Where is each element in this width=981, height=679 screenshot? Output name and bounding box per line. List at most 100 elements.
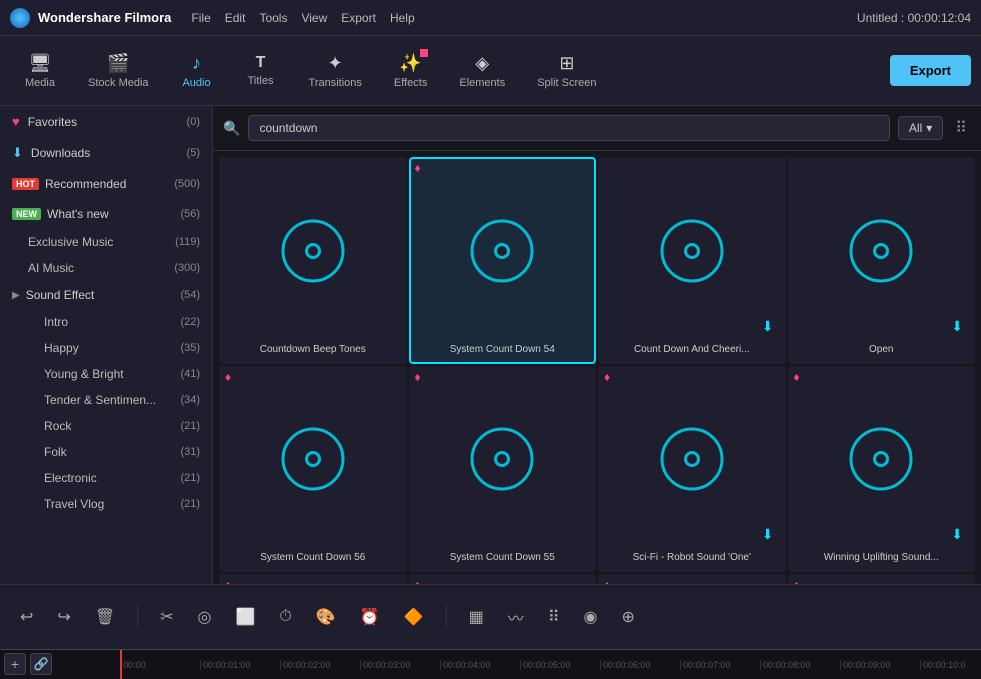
cut-button[interactable]: ✂ (154, 603, 179, 631)
toolbar-effects[interactable]: ✨ Effects (380, 47, 441, 95)
download-icon[interactable]: ⬇ (951, 318, 963, 335)
redo-button[interactable]: ↪ (51, 603, 76, 631)
sidebar-item-travel-vlog[interactable]: Travel Vlog (21) (0, 491, 212, 517)
toolbar-audio[interactable]: ♪ Audio (167, 47, 227, 95)
app-icon (10, 8, 30, 28)
main-area: ♥ Favorites (0) ⬇ Downloads (5) HOT Reco… (0, 106, 981, 584)
grid-item-winning-2[interactable]: ♦⬇Winning Uplifting Sound... (219, 574, 407, 584)
wave-button[interactable]: 〰 (502, 601, 530, 633)
sidebar-item-downloads[interactable]: ⬇ Downloads (5) (0, 137, 212, 169)
download-icon[interactable]: ⬇ (762, 318, 774, 335)
menu-tools[interactable]: Tools (259, 11, 287, 25)
mask-button[interactable]: ⬜ (230, 603, 262, 631)
titles-label: Titles (248, 75, 274, 87)
menu-export[interactable]: Export (341, 11, 376, 25)
filter-all-button[interactable]: All ▾ (898, 116, 943, 140)
sidebar-item-intro[interactable]: Intro (22) (0, 309, 212, 335)
grid-item-winning-1[interactable]: ♦⬇Winning Uplifting Sound... (788, 366, 976, 573)
sidebar-item-ai-music[interactable]: AI Music (300) (0, 255, 212, 281)
audio-grid: Countdown Beep Tones ♦System Count Down 5… (213, 151, 981, 584)
time-mark-4: 00:00:04:00 (440, 660, 520, 670)
search-icon: 🔍 (223, 120, 240, 137)
timeline-add-button[interactable]: + (4, 653, 26, 675)
audio-title: Countdown Beep Tones (227, 343, 399, 356)
grid-item-countdown-beep[interactable]: Countdown Beep Tones (219, 157, 407, 364)
grid-item-system-count-54[interactable]: ♦System Count Down 54 (409, 157, 597, 364)
timeline-link-button[interactable]: 🔗 (30, 653, 52, 675)
bottom-toolbar: ↩ ↪ 🗑 ✂ ◎ ⬜ ⏱ 🎨 ⏰ 🔶 ▦ 〰 ⠿ ◉ ⊕ (0, 584, 981, 649)
stock-media-label: Stock Media (88, 77, 149, 89)
audio-thumbnail: ⬇ (796, 582, 968, 584)
audio-thumbnail (227, 374, 399, 546)
sidebar-item-recommended[interactable]: HOT Recommended (500) (0, 169, 212, 199)
keyframe-button[interactable]: ⠿ (542, 603, 566, 631)
grid-item-system-count-56[interactable]: ♦System Count Down 56 (219, 366, 407, 573)
speed-button[interactable]: 🔶 (398, 603, 430, 631)
crop-button[interactable]: ◎ (192, 603, 218, 631)
split-screen-label: Split Screen (537, 77, 596, 89)
download-icon[interactable]: ⬇ (762, 526, 774, 543)
grid-item-open[interactable]: ⬇Open (788, 157, 976, 364)
audio-thumbnail: ⬇ (606, 165, 778, 337)
grid-view-button[interactable]: ⠿ (951, 114, 971, 142)
toolbar-titles[interactable]: T Titles (231, 48, 291, 93)
audio-title: Winning Uplifting Sound... (796, 551, 968, 564)
time-mark-6: 00:00:06:00 (600, 660, 680, 670)
audio-title: System Count Down 54 (417, 343, 589, 356)
audio-title: System Count Down 56 (227, 551, 399, 564)
audio-title: Count Down And Cheeri... (606, 343, 778, 356)
search-input[interactable] (248, 115, 889, 141)
grid-item-winning-3[interactable]: ♦⬇Winning Uplifting Sound... (409, 574, 597, 584)
delete-button[interactable]: 🗑 (89, 603, 121, 631)
download-icon[interactable]: ⬇ (951, 526, 963, 543)
stabilize-button[interactable]: ◉ (578, 603, 604, 631)
toolbar-split-screen[interactable]: ⊞ Split Screen (523, 47, 610, 95)
time-mark-0: 00:00 (120, 660, 200, 670)
color-button[interactable]: 🎨 (310, 603, 342, 631)
split-screen-icon: ⊞ (559, 53, 574, 74)
sidebar-item-exclusive-music[interactable]: Exclusive Music (119) (0, 229, 212, 255)
export-button[interactable]: Export (890, 55, 971, 86)
timer-button[interactable]: ⏱ (273, 604, 297, 630)
new-badge: NEW (12, 208, 41, 220)
toolbar-separator-1 (137, 605, 138, 629)
grid-item-sci-fi-robot[interactable]: ♦⬇Sci-Fi - Robot Sound 'One' (598, 366, 786, 573)
audio-thumbnail: ⬇ (227, 582, 399, 584)
ai-button[interactable]: ⊕ (616, 603, 641, 631)
grid-item-count-down-cheer[interactable]: ⬇ Count Down And Cheeri... (598, 157, 786, 364)
toolbar-elements[interactable]: ◈ Elements (445, 47, 519, 95)
menu-view[interactable]: View (301, 11, 327, 25)
time-mark-5: 00:00:05:00 (520, 660, 600, 670)
timeline: + 🔗 00:00 00:00:01:00 00:00:02:00 00:00:… (0, 649, 981, 679)
sidebar-item-folk[interactable]: Folk (31) (0, 439, 212, 465)
toolbar-media[interactable]: 🖥 Media (10, 47, 70, 95)
grid-item-winning-5[interactable]: ♦⬇Winning Uplifting Sound... (788, 574, 976, 584)
toolbar-transitions[interactable]: ✦ Transitions (295, 47, 376, 95)
sidebar-item-electronic[interactable]: Electronic (21) (0, 465, 212, 491)
menu-edit[interactable]: Edit (225, 11, 246, 25)
menu-bar: File Edit Tools View Export Help (191, 11, 414, 25)
audio-adjust-button[interactable]: ▦ (463, 603, 490, 631)
sidebar-item-young-bright[interactable]: Young & Bright (41) (0, 361, 212, 387)
sidebar-item-tender[interactable]: Tender & Sentimen... (34) (0, 387, 212, 413)
time-mark-10: 00:00:10:0 (920, 660, 981, 670)
audio-title: System Count Down 55 (417, 551, 589, 564)
sidebar-item-favorites[interactable]: ♥ Favorites (0) (0, 106, 212, 137)
sidebar-item-rock[interactable]: Rock (21) (0, 413, 212, 439)
download-icon: ⬇ (12, 145, 23, 161)
undo-button[interactable]: ↩ (14, 603, 39, 631)
sidebar-item-whats-new[interactable]: NEW What's new (56) (0, 199, 212, 229)
grid-item-system-count-55[interactable]: ♦System Count Down 55 (409, 366, 597, 573)
sidebar-item-happy[interactable]: Happy (35) (0, 335, 212, 361)
expand-arrow-icon: ▶ (12, 290, 20, 301)
clock-button[interactable]: ⏰ (354, 603, 386, 631)
menu-help[interactable]: Help (390, 11, 415, 25)
toolbar-stock-media[interactable]: 🎬 Stock Media (74, 47, 163, 95)
effects-label: Effects (394, 77, 427, 89)
chevron-down-icon: ▾ (926, 121, 932, 135)
menu-file[interactable]: File (191, 11, 210, 25)
sidebar-item-sound-effect[interactable]: ▶ Sound Effect (54) (0, 281, 212, 309)
grid-item-winning-4[interactable]: ♦⬇Winning Uplifting Sound... (598, 574, 786, 584)
timeline-marks: 00:00 00:00:01:00 00:00:02:00 00:00:03:0… (120, 660, 981, 670)
window-title: Untitled : 00:00:12:04 (857, 11, 971, 25)
